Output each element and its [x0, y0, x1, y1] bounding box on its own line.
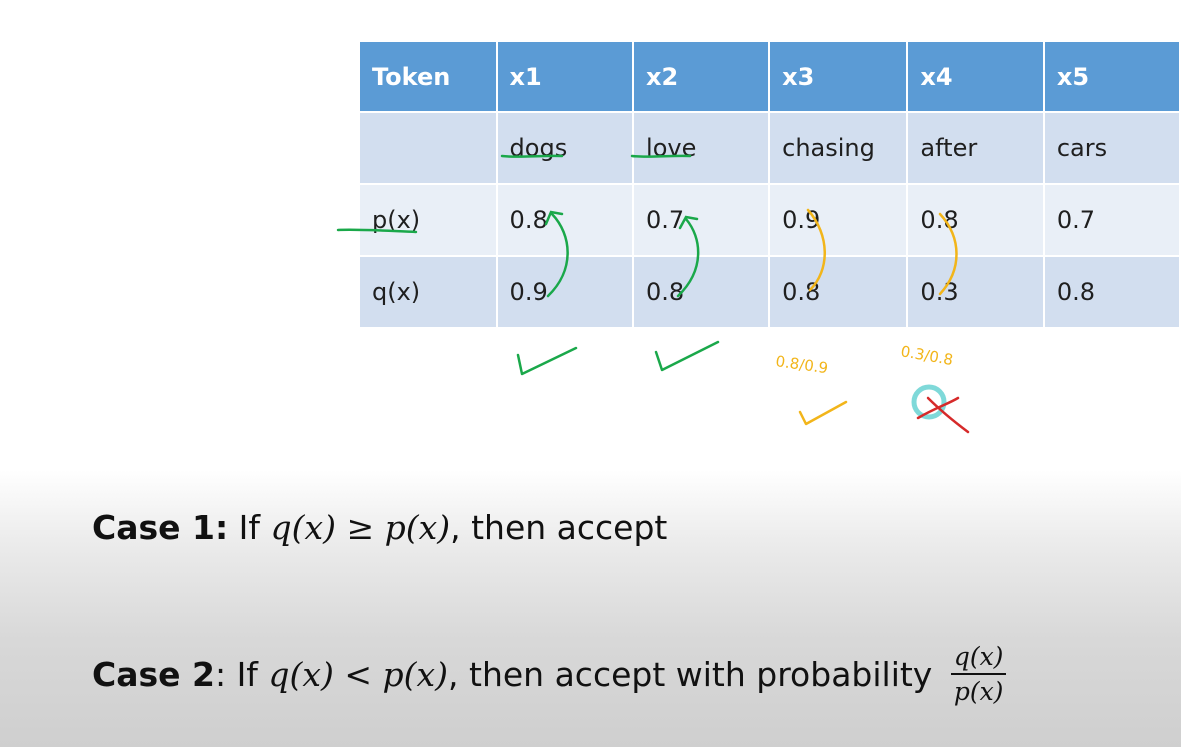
case-1-then-text: , then accept — [450, 508, 668, 547]
case-1-label: Case 1: — [92, 508, 229, 547]
table-row-p: p(x) 0.8 0.7 0.9 0.8 0.7 — [360, 185, 1179, 255]
table-cell: 0.8 — [1044, 257, 1179, 327]
case-2-rule: Case 2 : If q(x) < p(x) , then accept wi… — [92, 642, 1007, 706]
ratio-x3-label: 0.8/0.9 — [774, 352, 829, 377]
table-cell: 0.7 — [634, 185, 769, 255]
table-cell: p(x) — [360, 185, 496, 255]
reject-x-icon — [916, 396, 970, 434]
check-icon-x2 — [654, 340, 720, 372]
table-cell: cars — [1044, 113, 1179, 183]
case-2-then-text: , then accept with probability — [448, 654, 943, 694]
case-1-rule: Case 1: If q(x) ≥ p(x) , then accept — [92, 508, 667, 547]
table-cell: 0.8 — [770, 257, 907, 327]
probability-fraction: q(x) p(x) — [950, 642, 1007, 706]
case-2-label: Case 2 — [92, 654, 215, 694]
highlight-circle — [911, 384, 947, 420]
table-cell: chasing — [770, 113, 907, 183]
header-x4: x4 — [908, 42, 1043, 111]
header-x1: x1 — [497, 42, 633, 111]
table-cell — [360, 113, 496, 183]
check-icon-x3 — [798, 400, 848, 426]
table-row-words: dogs love chasing after cars — [360, 113, 1179, 183]
table-header-row: Token x1 x2 x3 x4 x5 — [360, 42, 1179, 111]
table-cell: 0.8 — [634, 257, 769, 327]
case-2-condition: q(x) < p(x) — [268, 654, 449, 694]
case-1-if-text: If — [228, 508, 271, 547]
header-token: Token — [360, 42, 496, 111]
header-x5: x5 — [1044, 42, 1179, 111]
table-cell: 0.9 — [497, 257, 633, 327]
table-cell: 0.7 — [1044, 185, 1179, 255]
table-cell: q(x) — [360, 257, 496, 327]
token-probability-table: Token x1 x2 x3 x4 x5 dogs love chasing a… — [358, 40, 1181, 329]
table-cell: love — [634, 113, 769, 183]
table-cell: 0.8 — [908, 185, 1043, 255]
header-x3: x3 — [770, 42, 907, 111]
header-x2: x2 — [634, 42, 769, 111]
case-2-if-text: : If — [214, 654, 269, 694]
table-cell: 0.3 — [908, 257, 1043, 327]
table-cell: 0.9 — [770, 185, 907, 255]
table-cell: 0.8 — [497, 185, 633, 255]
table-cell: dogs — [497, 113, 633, 183]
table-cell: after — [908, 113, 1043, 183]
check-icon-x1 — [516, 346, 578, 376]
case-1-condition: q(x) ≥ p(x) — [270, 508, 451, 547]
ratio-x4-label: 0.3/0.8 — [899, 342, 954, 369]
fraction-numerator: q(x) — [950, 642, 1007, 675]
table-row-q: q(x) 0.9 0.8 0.8 0.3 0.8 — [360, 257, 1179, 327]
fraction-denominator: p(x) — [953, 677, 1004, 706]
